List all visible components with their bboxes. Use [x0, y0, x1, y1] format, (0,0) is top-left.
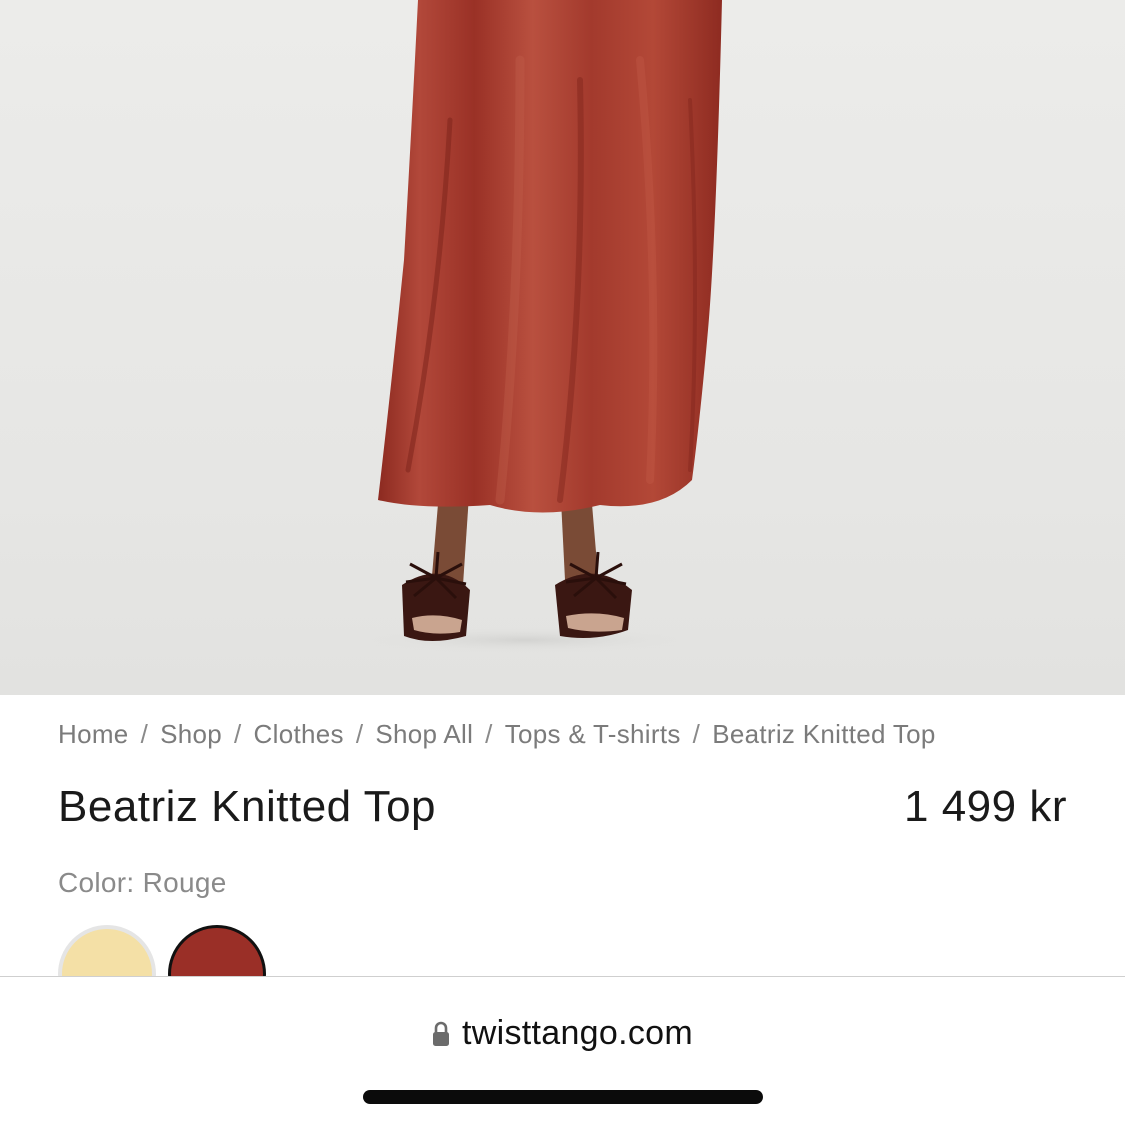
dress-photo — [345, 0, 722, 654]
breadcrumb-home[interactable]: Home — [58, 719, 129, 749]
url-text: twisttango.com — [462, 1014, 693, 1052]
product-title: Beatriz Knitted Top — [58, 782, 437, 831]
url-display[interactable]: twisttango.com — [0, 1014, 1125, 1053]
breadcrumb-current: Beatriz Knitted Top — [712, 719, 936, 749]
browser-url-bar[interactable]: twisttango.com — [0, 976, 1125, 1125]
breadcrumb-shop[interactable]: Shop — [160, 719, 222, 749]
lock-icon — [433, 1021, 450, 1046]
breadcrumb-tops[interactable]: Tops & T-shirts — [505, 719, 681, 749]
product-image[interactable] — [0, 0, 1125, 695]
breadcrumb-separator: / — [485, 719, 493, 749]
color-label: Color: Rouge — [58, 867, 227, 898]
breadcrumb: Home / Shop / Clothes / Shop All / Tops & T-shir… — [58, 719, 936, 750]
breadcrumb-separator: / — [692, 719, 701, 749]
breadcrumb-clothes[interactable]: Clothes — [254, 719, 344, 749]
breadcrumb-separator: / — [234, 719, 242, 749]
product-page: Home / Shop / Clothes / Shop All / Tops & T-shir… — [0, 0, 1125, 1125]
home-indicator[interactable] — [363, 1090, 763, 1104]
breadcrumb-separator: / — [140, 719, 149, 749]
breadcrumb-shop-all[interactable]: Shop All — [375, 719, 473, 749]
breadcrumb-separator: / — [355, 719, 364, 749]
product-price: 1 499 kr — [904, 782, 1067, 831]
